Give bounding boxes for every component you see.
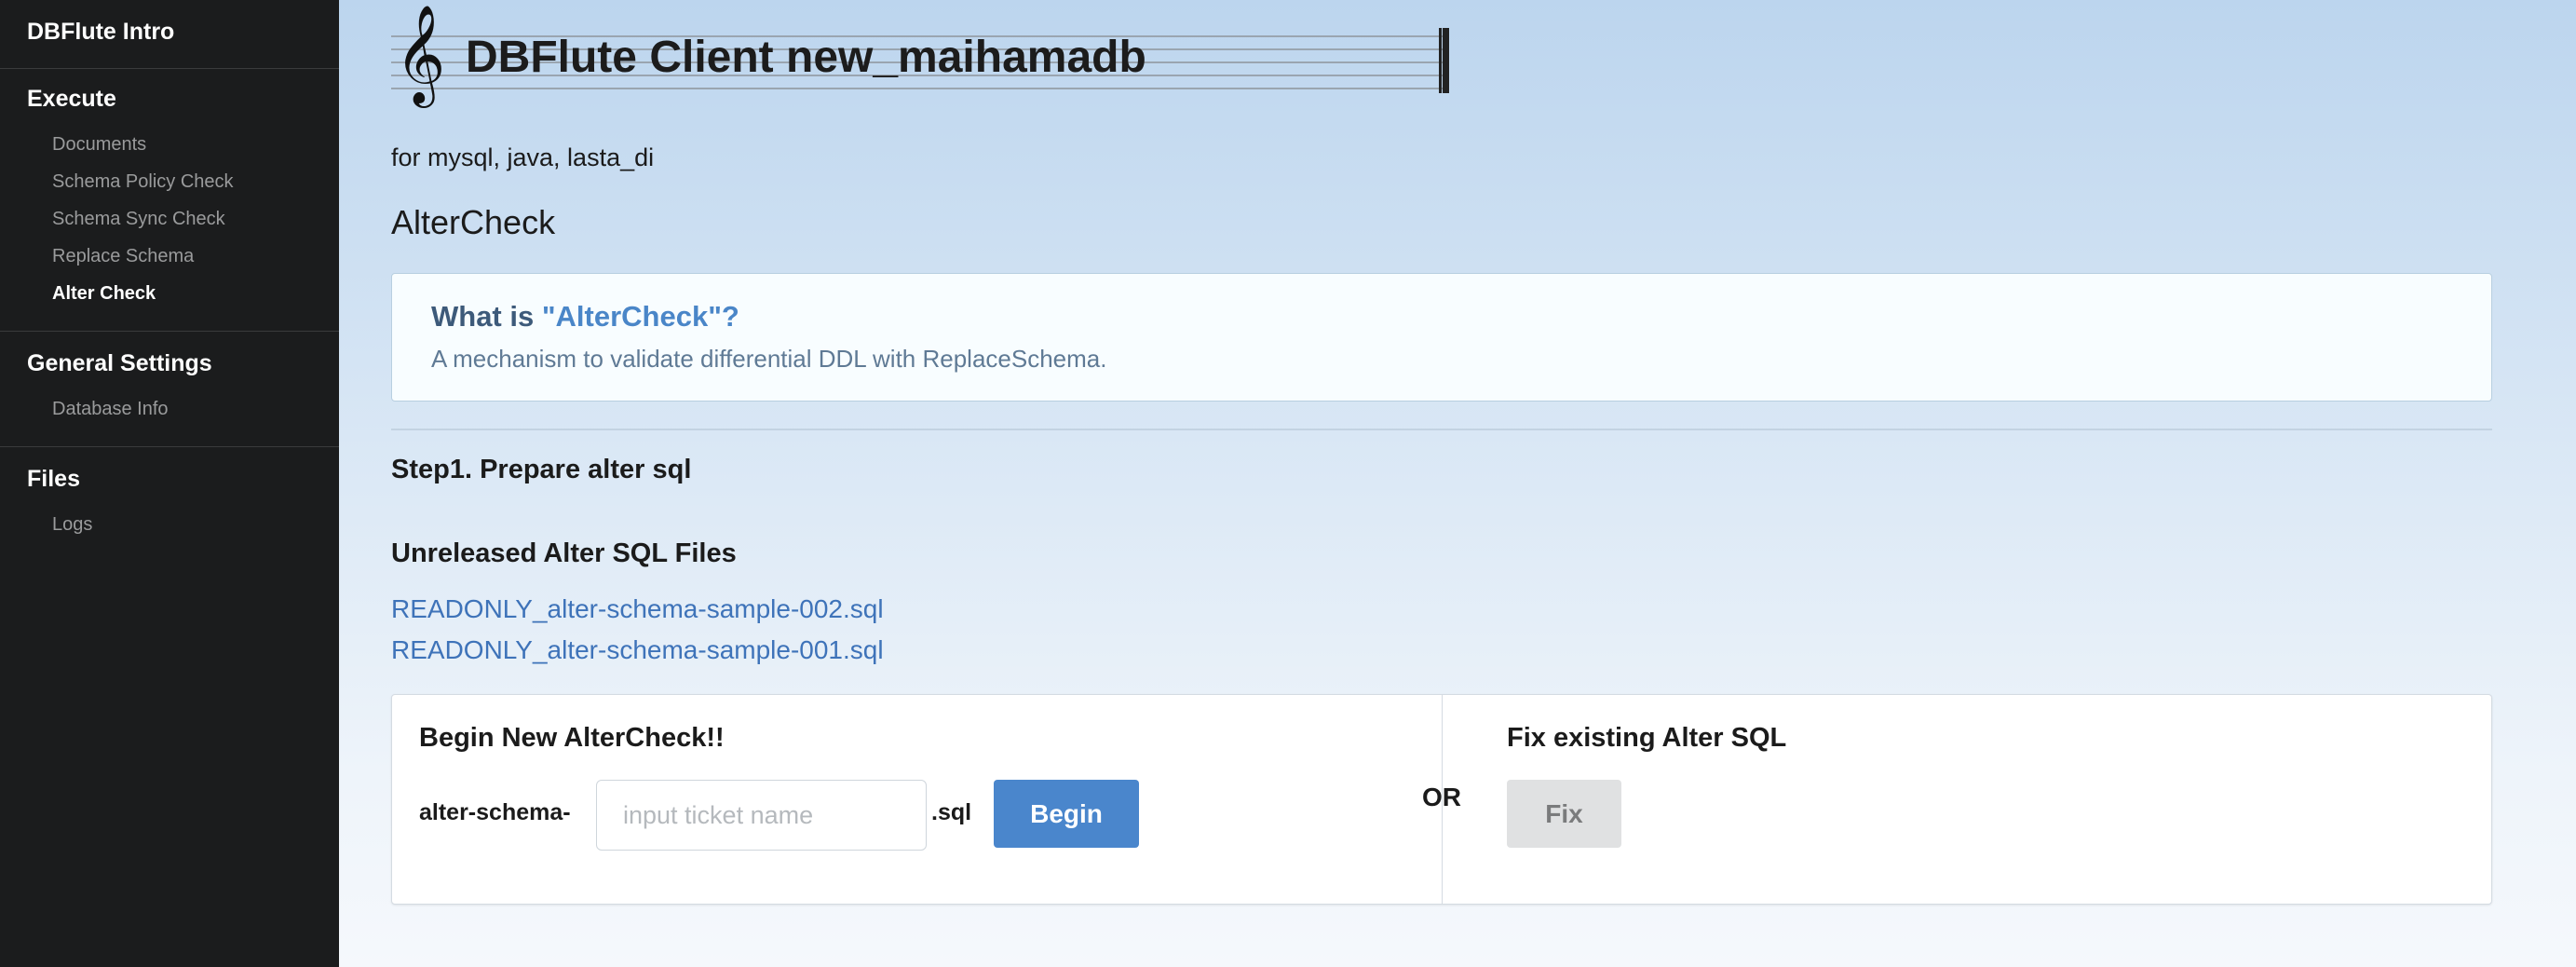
or-label: OR — [1422, 783, 1461, 811]
section-divider — [391, 429, 2492, 430]
begin-button[interactable]: Begin — [994, 780, 1139, 848]
step-title: Step1. Prepare alter sql — [391, 455, 692, 484]
sidebar-heading-files: Files — [27, 466, 80, 492]
filename-suffix: .sql — [931, 799, 972, 825]
action-panel: Begin New AlterCheck!! alter-schema- .sq… — [391, 694, 2492, 905]
sidebar-item-replace-schema[interactable]: Replace Schema — [0, 238, 339, 275]
section-title: AlterCheck — [391, 203, 556, 241]
sidebar-item-alter-check[interactable]: Alter Check — [0, 275, 339, 312]
main-content: 𝄞 DBFlute Client new_maihamadb for mysql… — [339, 0, 2576, 967]
sidebar: DBFlute Intro Execute Documents Schema P… — [0, 0, 339, 967]
sidebar-title[interactable]: DBFlute Intro — [0, 0, 339, 69]
treble-clef-icon: 𝄞 — [395, 4, 446, 103]
begin-title: Begin New AlterCheck!! — [419, 723, 725, 753]
info-question: What is "AlterCheck"? — [431, 300, 739, 334]
sidebar-heading-execute: Execute — [27, 86, 116, 112]
file-link[interactable]: READONLY_alter-schema-sample-002.sql — [391, 594, 884, 624]
sidebar-section-execute: Execute Documents Schema Policy Check Sc… — [0, 69, 339, 332]
ticket-name-input[interactable] — [596, 780, 927, 851]
files-title: Unreleased Alter SQL Files — [391, 538, 737, 568]
sidebar-item-schema-policy-check[interactable]: Schema Policy Check — [0, 163, 339, 200]
sidebar-item-documents[interactable]: Documents — [0, 126, 339, 163]
page-title: DBFlute Client new_maihamadb — [466, 33, 1146, 82]
page-subtitle: for mysql, java, lasta_di — [391, 143, 655, 171]
page-header: 𝄞 DBFlute Client new_maihamadb — [391, 9, 1462, 116]
sidebar-section-general-settings: General Settings Database Info — [0, 332, 339, 447]
fix-button[interactable]: Fix — [1507, 780, 1621, 848]
sidebar-item-database-info[interactable]: Database Info — [0, 390, 339, 428]
file-link[interactable]: READONLY_alter-schema-sample-001.sql — [391, 635, 884, 665]
sidebar-item-logs[interactable]: Logs — [0, 506, 339, 543]
info-description: A mechanism to validate differential DDL… — [431, 345, 1107, 373]
info-question-keyword: "AlterCheck"? — [541, 300, 739, 333]
fix-title: Fix existing Alter SQL — [1507, 723, 1787, 753]
info-question-prefix: What is — [431, 300, 542, 333]
sidebar-heading-general-settings: General Settings — [27, 350, 212, 376]
info-message: What is "AlterCheck"? A mechanism to val… — [391, 273, 2492, 402]
filename-prefix: alter-schema- — [419, 799, 571, 825]
sidebar-section-files: Files Logs — [0, 447, 339, 562]
sidebar-item-schema-sync-check[interactable]: Schema Sync Check — [0, 200, 339, 238]
